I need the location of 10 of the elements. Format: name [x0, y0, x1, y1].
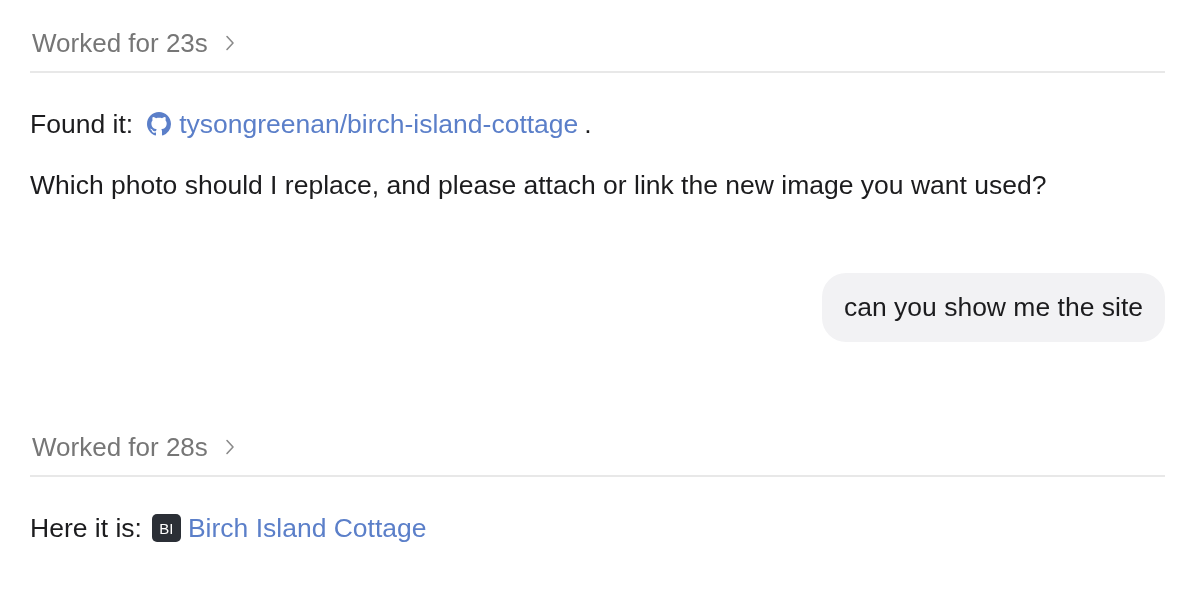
message-text: Here it is: BI Birch Island Cottage [30, 510, 1165, 546]
message-text: Found it: tysongreenan/birch-island-cottage . [30, 106, 1165, 142]
user-message: can you show me the site [821, 273, 1165, 342]
worked-toggle[interactable]: Worked for 23s [30, 27, 235, 59]
site-badge: BI [151, 514, 181, 542]
worked-toggle[interactable]: Worked for 28s [30, 431, 235, 463]
github-icon [147, 112, 172, 136]
message-text: Which photo should I replace, and please attach or link the new image you want used? [30, 169, 1048, 202]
site-link[interactable]: BI Birch Island Cottage [151, 510, 427, 546]
repo-link[interactable]: tysongreenan/birch-island-cottage [147, 106, 579, 142]
